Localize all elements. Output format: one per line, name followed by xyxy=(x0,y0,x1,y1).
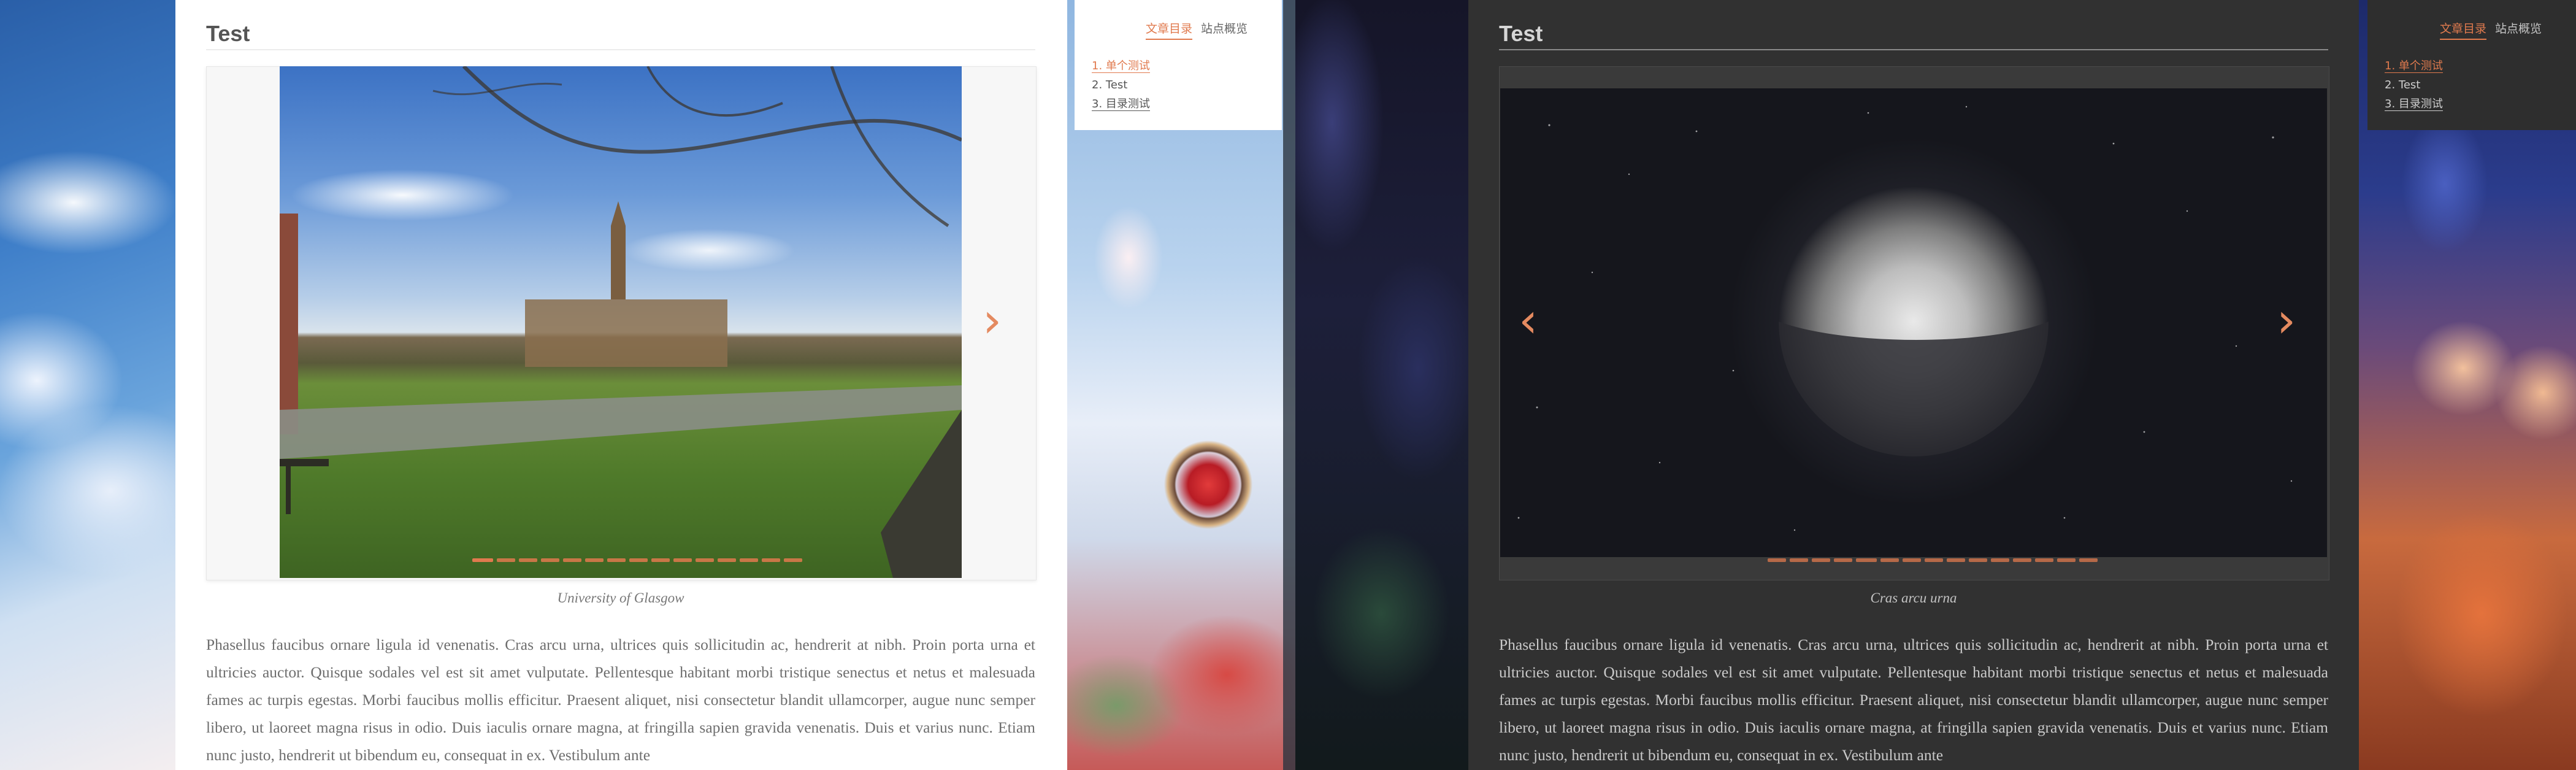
pagination-dot[interactable] xyxy=(1856,558,1877,562)
pagination-dot[interactable] xyxy=(651,558,670,562)
pagination-dot[interactable] xyxy=(1969,558,1987,562)
toc-item[interactable]: 2. Test xyxy=(1092,75,1150,94)
toc-item[interactable]: 3. 目录测试 xyxy=(2385,94,2443,114)
image-caption: University of Glasgow xyxy=(557,590,684,606)
pagination-dot[interactable] xyxy=(1925,558,1943,562)
toc-item[interactable]: 2. Test xyxy=(2385,75,2443,94)
pagination-dot[interactable] xyxy=(1991,558,2009,562)
pagination-dot[interactable] xyxy=(497,558,515,562)
chevron-right-icon: › xyxy=(983,293,1002,348)
gallery-next-button[interactable]: › xyxy=(2277,297,2296,345)
pagination-dot[interactable] xyxy=(607,558,626,562)
pagination-dot[interactable] xyxy=(2035,558,2053,562)
pagination-dot[interactable] xyxy=(2013,558,2031,562)
pagination-dot[interactable] xyxy=(1880,558,1899,562)
pagination-dot[interactable] xyxy=(1834,558,1852,562)
glasgow-scene xyxy=(280,66,962,578)
moon-scene xyxy=(1517,106,2293,531)
sidebar-tabs: 文章目录 站点概览 xyxy=(1145,20,1248,40)
tab-site-overview[interactable]: 站点概览 xyxy=(1201,20,1248,40)
gallery-slide-image[interactable] xyxy=(1500,88,2327,557)
pagination-dot[interactable] xyxy=(1790,558,1808,562)
gallery-next-button[interactable]: › xyxy=(983,297,1002,345)
toc-list: 1. 单个测试 2. Test 3. 目录测试 xyxy=(2385,56,2443,114)
gallery-pagination xyxy=(1768,558,2098,562)
tab-site-overview[interactable]: 站点概览 xyxy=(2495,20,2542,40)
title-divider xyxy=(206,49,1035,50)
screenshot-divider xyxy=(1283,0,1295,770)
toc-sidebar: 文章目录 站点概览 1. 单个测试 2. Test 3. 目录测试 xyxy=(2367,0,2576,130)
toc-list: 1. 单个测试 2. Test 3. 目录测试 xyxy=(1092,56,1150,114)
image-caption: Cras arcu urna xyxy=(1870,590,1957,606)
article-paragraph: Phasellus faucibus ornare ligula id vene… xyxy=(206,636,1035,764)
tab-toc[interactable]: 文章目录 xyxy=(1145,20,1192,40)
background-artwork-left xyxy=(0,0,175,770)
pagination-dot[interactable] xyxy=(563,558,581,562)
toc-item[interactable]: 1. 单个测试 xyxy=(2385,56,2443,75)
pagination-dot[interactable] xyxy=(1768,558,1786,562)
title-divider xyxy=(1499,49,2328,50)
chevron-right-icon: › xyxy=(2277,293,2296,348)
pagination-dot[interactable] xyxy=(718,558,736,562)
pagination-dot[interactable] xyxy=(696,558,714,562)
sidebar-tabs: 文章目录 站点概览 xyxy=(2439,20,2542,40)
pagination-dot[interactable] xyxy=(1947,558,1965,562)
pagination-dot[interactable] xyxy=(629,558,648,562)
pagination-dot[interactable] xyxy=(541,558,559,562)
pagination-dot[interactable] xyxy=(784,558,802,562)
post-title[interactable]: Test xyxy=(206,21,250,47)
pagination-dot[interactable] xyxy=(673,558,692,562)
pagination-dot[interactable] xyxy=(762,558,780,562)
pagination-dot[interactable] xyxy=(585,558,604,562)
tab-toc[interactable]: 文章目录 xyxy=(2439,20,2486,40)
toc-item[interactable]: 3. 目录测试 xyxy=(1092,94,1150,114)
pagination-dot[interactable] xyxy=(1903,558,1921,562)
gallery-slide-image[interactable] xyxy=(280,66,962,578)
pagination-dot[interactable] xyxy=(2057,558,2076,562)
pagination-dot[interactable] xyxy=(2079,558,2098,562)
post-title[interactable]: Test xyxy=(1499,21,1543,47)
pagination-dot[interactable] xyxy=(472,558,493,562)
gallery-prev-button[interactable]: ‹ xyxy=(1519,297,1538,345)
pagination-dot[interactable] xyxy=(519,558,537,562)
toc-item[interactable]: 1. 单个测试 xyxy=(1092,56,1150,75)
background-artwork-dark-left xyxy=(1295,0,1468,770)
pagination-dot[interactable] xyxy=(740,558,758,562)
pagination-dot[interactable] xyxy=(1812,558,1830,562)
article-paragraph: Phasellus faucibus ornare ligula id vene… xyxy=(1499,636,2328,764)
chevron-left-icon: ‹ xyxy=(1519,293,1538,348)
gallery-pagination xyxy=(472,558,802,562)
toc-sidebar: 文章目录 站点概览 1. 单个测试 2. Test 3. 目录测试 xyxy=(1075,0,1282,130)
